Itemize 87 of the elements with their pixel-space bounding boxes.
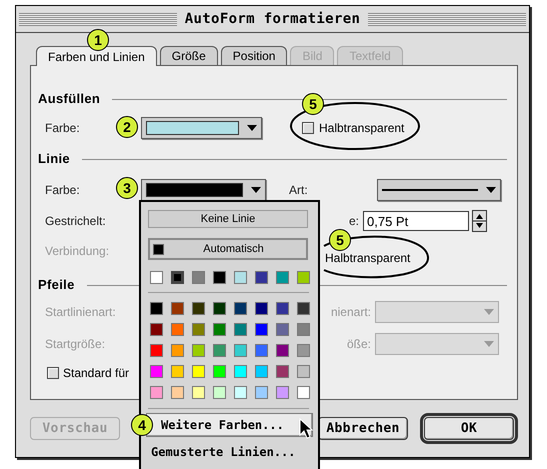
section-heading: Ausfüllen (38, 90, 100, 108)
color-swatch[interactable] (150, 302, 163, 315)
color-swatch[interactable] (297, 365, 310, 378)
color-swatch[interactable] (213, 344, 226, 357)
color-swatch[interactable] (171, 302, 184, 315)
automatic-button[interactable]: Automatisch (148, 238, 308, 260)
color-swatch[interactable] (297, 302, 310, 315)
color-swatch[interactable] (255, 323, 268, 336)
color-swatch[interactable] (234, 271, 247, 284)
color-swatch[interactable] (171, 271, 184, 284)
tab[interactable]: Position (220, 46, 288, 65)
color-swatch[interactable] (171, 323, 184, 336)
color-swatch[interactable] (150, 365, 163, 378)
color-swatch[interactable] (171, 386, 184, 399)
field-label: Art: (289, 182, 308, 199)
color-swatch[interactable] (192, 344, 205, 357)
field-label: Farbe: (45, 120, 80, 137)
color-swatch[interactable] (150, 344, 163, 357)
color-swatch[interactable] (255, 344, 268, 357)
color-dropdown[interactable] (141, 179, 266, 201)
menu-item[interactable]: Weitere Farben... (146, 413, 313, 437)
field-label: Startlinienart: (45, 304, 116, 321)
color-swatch[interactable] (150, 386, 163, 399)
checkbox[interactable] (302, 122, 314, 134)
field-label: e: (348, 213, 359, 230)
color-swatch[interactable] (150, 271, 163, 284)
color-swatch[interactable] (234, 365, 247, 378)
color-swatch[interactable] (276, 323, 289, 336)
line-style-dropdown[interactable] (377, 179, 501, 201)
section-heading: Linie (38, 150, 70, 168)
color-swatch[interactable] (213, 271, 226, 284)
color-swatch[interactable] (276, 302, 289, 315)
checkbox-label: Halbtransparent (319, 120, 404, 137)
color-swatch[interactable] (213, 302, 226, 315)
color-swatch[interactable] (213, 365, 226, 378)
stepper[interactable] (472, 210, 487, 232)
color-swatch[interactable] (192, 386, 205, 399)
field-label: nienart: (330, 304, 371, 321)
color-swatch[interactable] (234, 386, 247, 399)
color-swatch[interactable] (171, 344, 184, 357)
color-swatch[interactable] (234, 323, 247, 336)
dropdown-arrow-icon (486, 187, 496, 193)
color-swatch[interactable] (255, 271, 268, 284)
section-heading: Pfeile (38, 276, 75, 294)
cursor-icon (300, 418, 314, 439)
color-swatch[interactable] (255, 365, 268, 378)
color-swatch[interactable] (192, 323, 205, 336)
dropdown-arrow-icon (484, 309, 494, 315)
field-label: Farbe: (45, 182, 80, 199)
window-title: AutoForm formatieren (184, 10, 360, 28)
color-swatch[interactable] (234, 302, 247, 315)
color-swatch[interactable] (213, 323, 226, 336)
weight-field[interactable]: 0,75 Pt (363, 211, 469, 231)
color-swatch[interactable] (234, 344, 247, 357)
color-dropdown[interactable] (141, 117, 262, 139)
field-label: Gestrichelt: (45, 213, 106, 230)
no-line-button[interactable]: Keine Linie (148, 210, 308, 228)
color-swatch[interactable] (297, 323, 310, 336)
color-swatch[interactable] (171, 365, 184, 378)
checkbox-label: Halbtransparent (325, 250, 410, 267)
field-label: Verbindung: (45, 243, 110, 260)
color-swatch[interactable] (192, 271, 205, 284)
color-swatch[interactable] (297, 386, 310, 399)
color-swatch[interactable] (213, 386, 226, 399)
color-swatch[interactable] (276, 271, 289, 284)
color-swatch[interactable] (255, 302, 268, 315)
button[interactable]: Abbrechen (318, 417, 408, 440)
menu-item[interactable]: Gemusterte Linien... (148, 441, 311, 463)
checkbox[interactable] (47, 367, 59, 379)
tab[interactable]: Farben und Linien (36, 46, 157, 66)
tab[interactable]: Größe (160, 46, 218, 65)
color-swatch[interactable] (255, 386, 268, 399)
color-swatch[interactable] (276, 344, 289, 357)
color-swatch[interactable] (192, 302, 205, 315)
color-swatch[interactable] (276, 386, 289, 399)
color-swatch[interactable] (150, 323, 163, 336)
checkbox-label: Standard für (63, 365, 130, 382)
color-swatch[interactable] (192, 365, 205, 378)
color-swatch[interactable] (297, 344, 310, 357)
dropdown-arrow-icon (251, 187, 261, 193)
color-swatch[interactable] (276, 365, 289, 378)
dropdown-arrow-icon (484, 341, 494, 347)
field-label: Startgröße: (45, 336, 106, 353)
dropdown-arrow-icon (247, 125, 257, 131)
color-swatch (153, 244, 164, 254)
color-swatch[interactable] (297, 271, 310, 284)
field-label: öße: (346, 336, 371, 353)
